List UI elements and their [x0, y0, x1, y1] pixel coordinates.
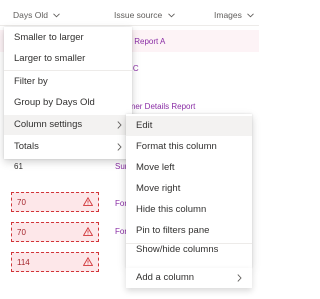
menu-item-group-by[interactable]: Group by Days Old [4, 93, 132, 113]
warning-icon [83, 257, 93, 266]
chevron-right-icon [117, 143, 122, 151]
days-old-value: 114 [17, 258, 30, 267]
menu-item-totals[interactable]: Totals [4, 137, 132, 157]
days-old-value: 70 [17, 198, 26, 207]
column-header-days-old[interactable]: Days Old [13, 8, 61, 22]
submenu-item-add-column[interactable]: Add a column [126, 268, 252, 288]
menu-item-filter-by[interactable]: Filter by [4, 72, 132, 92]
header-divider [0, 25, 259, 26]
menu-item-sort-descending[interactable]: Larger to smaller [4, 49, 132, 69]
menu-item-sort-ascending[interactable]: Smaller to larger [4, 28, 132, 48]
days-old-error-cell[interactable]: 70 [11, 222, 99, 242]
chevron-down-icon [53, 13, 61, 18]
menu-item-column-settings[interactable]: Column settings [4, 115, 132, 135]
submenu-item-move-left[interactable]: Move left [126, 158, 252, 178]
days-old-error-cell[interactable]: 114 [11, 252, 99, 272]
submenu-item-move-right[interactable]: Move right [126, 179, 252, 199]
column-settings-submenu: Edit Format this column Move left Move r… [126, 114, 252, 268]
chevron-right-icon [237, 274, 242, 282]
submenu-item-format-column[interactable]: Format this column [126, 137, 252, 157]
submenu-item-hide-column[interactable]: Hide this column [126, 200, 252, 220]
warning-icon [83, 227, 93, 236]
submenu-item-pin-to-filters[interactable]: Pin to filters pane [126, 221, 252, 241]
menu-item-label: Totals [14, 141, 39, 152]
column-header-label: Images [214, 10, 242, 20]
column-header-images[interactable]: Images [214, 8, 255, 22]
column-context-menu: Smaller to larger Larger to smaller Filt… [4, 27, 132, 159]
days-old-cell: 61 [14, 162, 23, 171]
column-header-label: Days Old [13, 10, 48, 20]
submenu-item-show-hide-columns[interactable]: Show/hide columns [126, 244, 252, 256]
menu-item-label: Column settings [14, 119, 83, 130]
days-old-error-cell[interactable]: 70 [11, 192, 99, 212]
column-header-issue-source[interactable]: Issue source [114, 8, 175, 22]
chevron-right-icon [117, 121, 122, 129]
chevron-down-icon [247, 13, 255, 18]
menu-item-label: Add a column [136, 272, 195, 283]
chevron-down-icon [167, 13, 175, 18]
days-old-value: 70 [17, 228, 26, 237]
menu-divider [4, 70, 132, 71]
column-header-label: Issue source [114, 10, 163, 20]
warning-icon [83, 197, 93, 206]
submenu-item-edit[interactable]: Edit [126, 116, 252, 136]
